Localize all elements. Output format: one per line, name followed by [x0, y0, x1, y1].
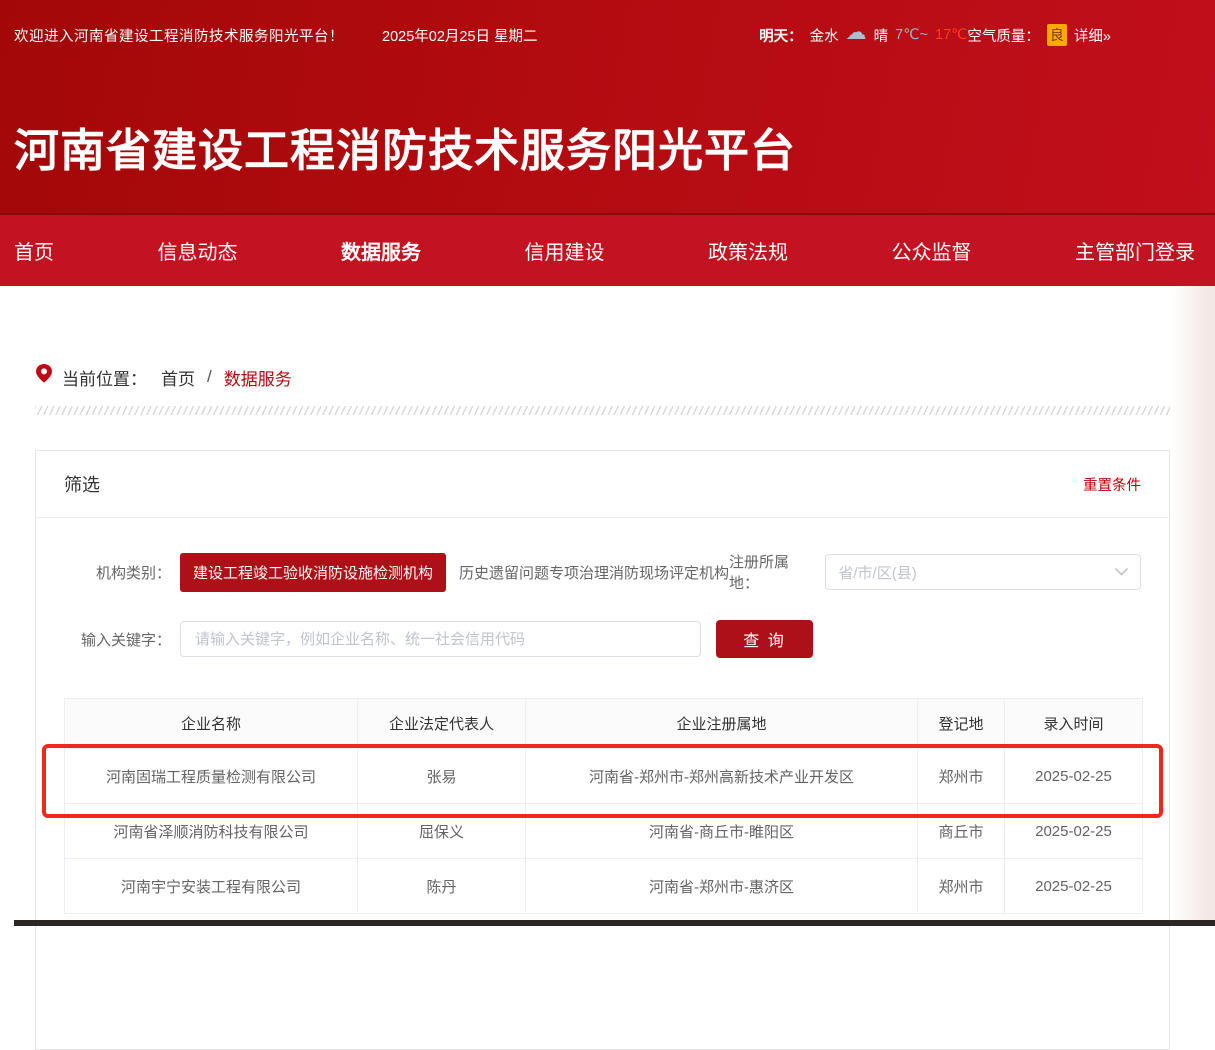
region-filter-group: 注册所属地： 省/市/区(县) [729, 551, 1141, 593]
cell-reg-city: 郑州市 [918, 859, 1005, 914]
region-select-placeholder: 省/市/区(县) [838, 562, 916, 583]
category-option-other[interactable]: 历史遗留问题专项治理消防现场评定机构 [459, 562, 729, 583]
cell-legal-rep: 张易 [358, 749, 526, 804]
filter-panel-header: 筛选 重置条件 [36, 451, 1169, 518]
region-label: 注册所属地： [729, 551, 813, 593]
weather-district: 金水 [810, 25, 839, 46]
cell-region: 河南省-商丘市-睢阳区 [526, 804, 918, 859]
col-reg-city: 登记地 [918, 699, 1005, 749]
cell-company: 河南省泽顺消防科技有限公司 [65, 804, 358, 859]
breadcrumb-separator: / [207, 367, 212, 387]
weather-tomorrow-label: 明天： [759, 25, 803, 46]
keyword-label: 输入关键字： [64, 629, 171, 650]
weather-condition: 晴 [874, 25, 889, 46]
col-legal-rep: 企业法定代表人 [358, 699, 526, 749]
welcome-text: 欢迎进入河南省建设工程消防技术服务阳光平台！ [14, 25, 344, 46]
category-filter-row: 机构类别： 建设工程竣工验收消防设施检测机构 历史遗留问题专项治理消防现场评定机… [64, 551, 1141, 593]
aqi-label: 空气质量： [967, 25, 1040, 46]
search-button[interactable]: 查 询 [716, 620, 813, 658]
cell-region: 河南省-郑州市-惠济区 [526, 859, 918, 914]
table-row[interactable]: 河南宇宁安装工程有限公司 陈丹 河南省-郑州市-惠济区 郑州市 2025-02-… [65, 859, 1143, 914]
region-select[interactable]: 省/市/区(县) [825, 554, 1141, 590]
weather-widget: 明天： 金水 ☁ 晴 7℃~ 17℃ 空气质量： 良 详细» [759, 24, 1111, 46]
cell-entry-date: 2025-02-25 [1005, 749, 1143, 804]
cell-company: 河南宇宁安装工程有限公司 [65, 859, 358, 914]
topbar: 欢迎进入河南省建设工程消防技术服务阳光平台！ 2025年02月25日 星期二 明… [0, 0, 1215, 46]
filter-title: 筛选 [64, 471, 100, 497]
temp-high: 17℃ [935, 27, 967, 43]
chevron-down-icon [1115, 568, 1128, 576]
bottom-dark-bar [14, 920, 1215, 926]
breadcrumb-home[interactable]: 首页 [161, 365, 195, 390]
cell-entry-date: 2025-02-25 [1005, 859, 1143, 914]
nav-item-supervision[interactable]: 公众监督 [890, 232, 974, 269]
temp-low: 7℃~ [895, 27, 928, 43]
results-table: 企业名称 企业法定代表人 企业注册属地 登记地 录入时间 河南固瑞工程质量检测有… [64, 698, 1143, 914]
nav-item-admin-login[interactable]: 主管部门登录 [1073, 232, 1197, 269]
hatched-divider [35, 406, 1170, 415]
breadcrumb: 当前位置： 首页 / 数据服务 [35, 364, 1215, 390]
category-option-selected[interactable]: 建设工程竣工验收消防设施检测机构 [180, 553, 446, 592]
keyword-input[interactable] [180, 621, 701, 657]
nav-item-news[interactable]: 信息动态 [156, 232, 240, 269]
cell-entry-date: 2025-02-25 [1005, 804, 1143, 859]
date-text: 2025年02月25日 星期二 [382, 25, 538, 46]
aqi-badge: 良 [1047, 24, 1067, 46]
location-pin-icon [35, 364, 52, 390]
col-entry-date: 录入时间 [1005, 699, 1143, 749]
cell-reg-city: 商丘市 [918, 804, 1005, 859]
nav-item-policy[interactable]: 政策法规 [706, 232, 790, 269]
cell-region: 河南省-郑州市-郑州高新技术产业开发区 [526, 749, 918, 804]
reset-filters-link[interactable]: 重置条件 [1083, 474, 1141, 495]
breadcrumb-label: 当前位置： [62, 365, 147, 390]
table-row[interactable]: 河南固瑞工程质量检测有限公司 张易 河南省-郑州市-郑州高新技术产业开发区 郑州… [65, 749, 1143, 804]
col-region: 企业注册属地 [526, 699, 918, 749]
col-company: 企业名称 [65, 699, 358, 749]
cell-reg-city: 郑州市 [918, 749, 1005, 804]
nav-item-credit[interactable]: 信用建设 [523, 232, 607, 269]
cell-legal-rep: 陈丹 [358, 859, 526, 914]
main-nav: 首页 信息动态 数据服务 信用建设 政策法规 公众监督 主管部门登录 [0, 213, 1215, 286]
weather-detail-link[interactable]: 详细» [1074, 25, 1111, 46]
cell-legal-rep: 屈保义 [358, 804, 526, 859]
filter-panel: 筛选 重置条件 机构类别： 建设工程竣工验收消防设施检测机构 历史遗留问题专项治… [35, 450, 1170, 1050]
breadcrumb-current[interactable]: 数据服务 [224, 365, 292, 390]
cloud-icon: ☁ [846, 26, 867, 40]
nav-item-home[interactable]: 首页 [12, 232, 56, 269]
table-row[interactable]: 河南省泽顺消防科技有限公司 屈保义 河南省-商丘市-睢阳区 商丘市 2025-0… [65, 804, 1143, 859]
nav-item-data-service[interactable]: 数据服务 [339, 232, 423, 269]
category-label: 机构类别： [64, 562, 171, 583]
site-header: 欢迎进入河南省建设工程消防技术服务阳光平台！ 2025年02月25日 星期二 明… [0, 0, 1215, 213]
table-header-row: 企业名称 企业法定代表人 企业注册属地 登记地 录入时间 [65, 699, 1143, 749]
keyword-filter-row: 输入关键字： 查 询 [64, 620, 1141, 658]
page-title: 河南省建设工程消防技术服务阳光平台 [14, 114, 1215, 179]
cell-company: 河南固瑞工程质量检测有限公司 [65, 749, 358, 804]
